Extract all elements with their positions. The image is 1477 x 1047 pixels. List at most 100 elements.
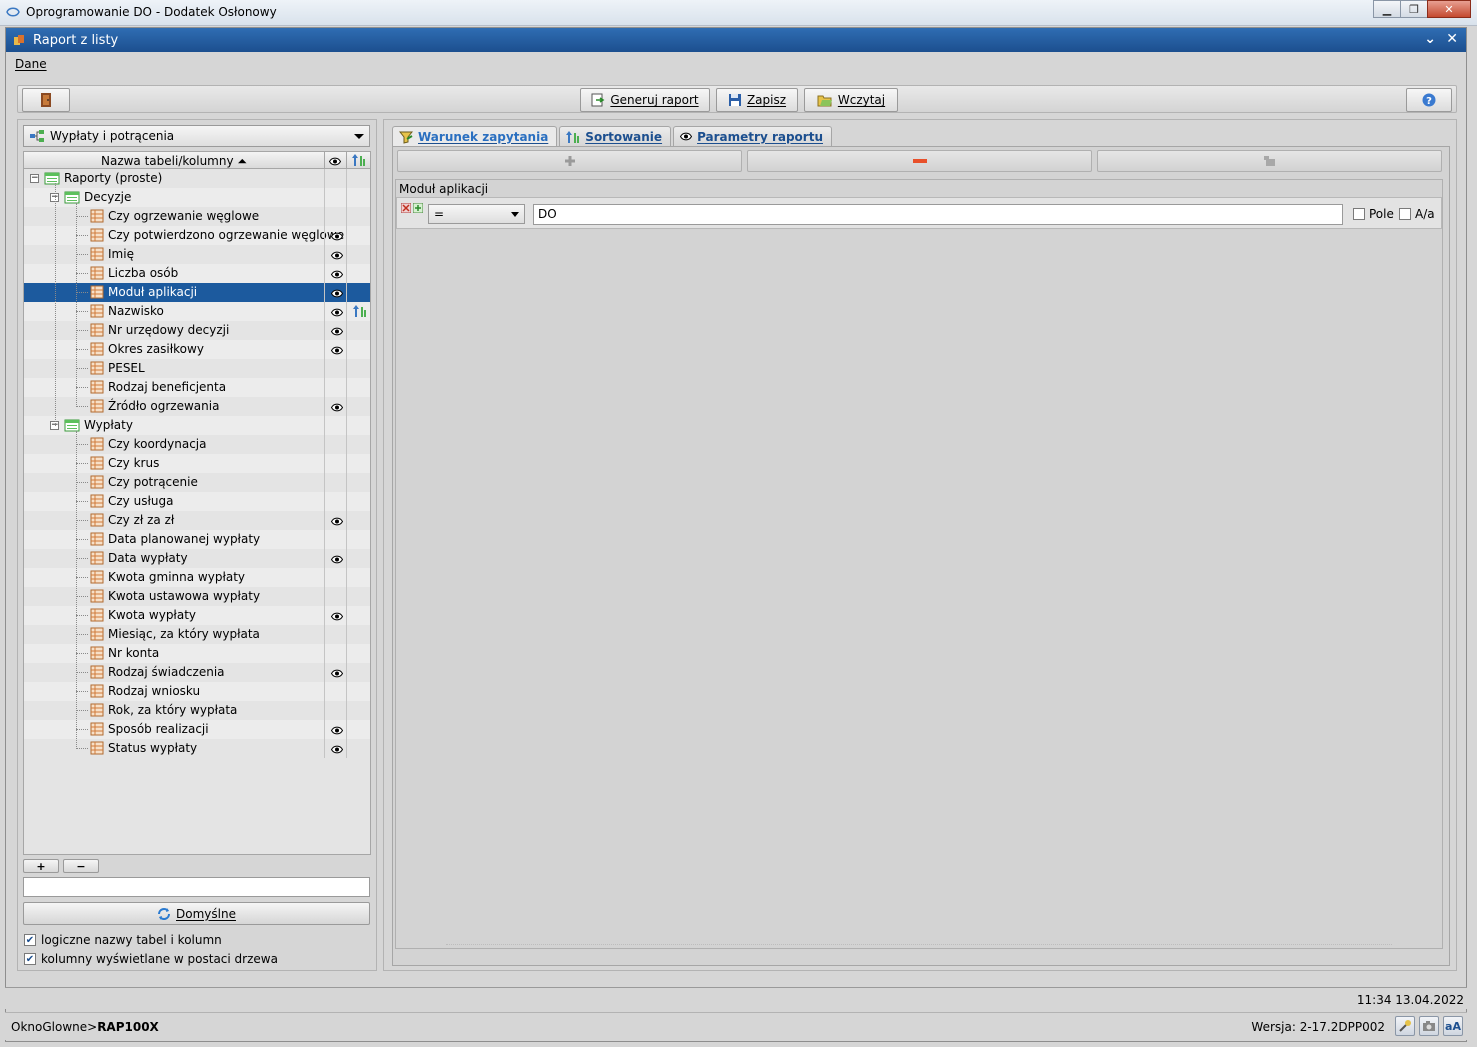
table-field-icon xyxy=(90,494,104,511)
column-header-name[interactable]: Nazwa tabeli/kolumny ⏶ xyxy=(24,154,324,169)
visible-eye-icon[interactable] xyxy=(330,306,344,320)
left-panel: Wypłaty i potrącenia Nazwa tabeli/kolumn… xyxy=(17,119,377,971)
tree-item-label: Czy potwierdzono ogrzewanie węglowe xyxy=(108,228,345,242)
visible-eye-icon[interactable] xyxy=(330,667,344,681)
maximize-button[interactable]: ❐ xyxy=(1400,0,1428,18)
menu-dane[interactable]: Dane xyxy=(15,57,47,71)
table-field-icon xyxy=(90,323,104,340)
tree-item-label: Czy krus xyxy=(108,456,160,470)
window-title-bar: Raport z listy ⌄ ✕ xyxy=(6,28,1466,52)
close-button[interactable]: ✕ xyxy=(1427,0,1471,18)
window-controls: ▁ ❐ ✕ xyxy=(1373,0,1471,18)
tree-item-label: Czy koordynacja xyxy=(108,437,207,451)
status-bar-top: 11:34 13.04.2022 xyxy=(5,987,1467,1009)
logical-names-checkbox-row[interactable]: ✔ logiczne nazwy tabel i kolumn xyxy=(24,933,222,947)
condition-value-input[interactable]: DO xyxy=(533,204,1343,225)
condition-tab-body: Moduł aplikacji = DO Pole A/a xyxy=(392,146,1450,966)
folder-open-icon xyxy=(817,95,832,107)
tree-view-checkbox-row[interactable]: ✔ kolumny wyświetlane w postaci drzewa xyxy=(24,952,278,966)
tree-item-label: Czy potrącenie xyxy=(108,475,198,489)
table-field-icon xyxy=(90,532,104,549)
delete-condition-icon[interactable] xyxy=(400,202,412,216)
table-field-icon xyxy=(90,247,104,264)
tree-item-label: Moduł aplikacji xyxy=(108,285,198,299)
camera-icon[interactable] xyxy=(1419,1016,1439,1036)
add-condition-button[interactable] xyxy=(397,150,742,172)
tree-item-label: Czy zł za zł xyxy=(108,513,175,527)
tree-item-label: Rodzaj świadczenia xyxy=(108,665,225,679)
logical-names-checkbox[interactable]: ✔ xyxy=(24,934,36,946)
generate-report-button[interactable]: Generuj raport xyxy=(580,88,710,112)
operator-select[interactable]: = xyxy=(428,204,525,224)
visible-eye-icon[interactable] xyxy=(330,344,344,358)
visible-eye-icon[interactable] xyxy=(330,287,344,301)
table-field-icon xyxy=(90,475,104,492)
door-icon xyxy=(41,93,51,107)
add-subcondition-icon[interactable] xyxy=(412,202,424,216)
app-icon xyxy=(6,7,20,17)
visible-eye-icon[interactable] xyxy=(330,401,344,415)
table-field-icon xyxy=(90,665,104,682)
report-window: Raport z listy ⌄ ✕ Dane Generuj raport Z… xyxy=(5,27,1467,1042)
visible-eye-icon[interactable] xyxy=(330,230,344,244)
visible-eye-icon[interactable] xyxy=(330,325,344,339)
load-button[interactable]: Wczytaj xyxy=(804,88,898,112)
exit-button[interactable] xyxy=(22,88,70,112)
os-title-bar: Oprogramowanie DO - Dodatek Osłonowy ▁ ❐… xyxy=(0,0,1477,26)
status-datetime: 11:34 13.04.2022 xyxy=(1356,993,1464,1007)
option-pole[interactable]: Pole xyxy=(1353,207,1394,221)
chevron-down-icon xyxy=(354,134,364,139)
table-group-icon xyxy=(44,171,60,188)
pole-checkbox[interactable] xyxy=(1353,208,1365,220)
tree-item-label: Okres zasiłkowy xyxy=(108,342,204,356)
table-group-icon xyxy=(64,190,80,207)
svg-text:?: ? xyxy=(1426,96,1432,107)
tools-icon[interactable] xyxy=(1395,1016,1415,1036)
minimize-button[interactable]: ▁ xyxy=(1373,0,1401,18)
source-combo[interactable]: Wypłaty i potrącenia xyxy=(23,125,370,147)
tree-item-label: Źródło ogrzewania xyxy=(108,399,220,413)
filter-input[interactable] xyxy=(23,877,370,897)
hierarchy-icon xyxy=(30,130,44,142)
remove-node-button[interactable]: − xyxy=(63,859,99,873)
tree-view-checkbox[interactable]: ✔ xyxy=(24,953,36,965)
tree-item-label: Kwota gminna wypłaty xyxy=(108,570,246,584)
version-label: Wersja: 2-17.2DPP002 xyxy=(1251,1020,1385,1034)
horizontal-scroll-grip[interactable] xyxy=(446,944,1392,948)
visible-eye-icon[interactable] xyxy=(330,553,344,567)
visible-eye-icon[interactable] xyxy=(330,610,344,624)
table-field-icon xyxy=(90,741,104,758)
table-field-icon xyxy=(90,399,104,416)
collapse-toggle-icon[interactable]: − xyxy=(30,174,39,183)
default-button[interactable]: Domyślne xyxy=(23,902,370,925)
tree-item-label: Sposób realizacji xyxy=(108,722,209,736)
window-close-icon[interactable]: ✕ xyxy=(1446,31,1458,47)
save-button[interactable]: Zapisz xyxy=(716,88,798,112)
tab-condition[interactable]: Warunek zapytania xyxy=(392,126,558,146)
minus-icon xyxy=(912,159,927,163)
tree-folder[interactable]: − Raporty (proste) xyxy=(24,169,370,188)
case-checkbox[interactable] xyxy=(1399,208,1411,220)
visible-eye-icon[interactable] xyxy=(330,515,344,529)
refresh-icon xyxy=(158,907,171,920)
navigation-path: OknoGlowne>RAP100X xyxy=(11,1020,159,1034)
visible-eye-icon[interactable] xyxy=(330,724,344,738)
tab-sorting[interactable]: Sortowanie xyxy=(559,126,672,146)
tree-item-label: Kwota ustawowa wypłaty xyxy=(108,589,261,603)
option-case-sensitive[interactable]: A/a xyxy=(1399,207,1435,221)
tree-item-label: Data wypłaty xyxy=(108,551,188,565)
remove-condition-button[interactable] xyxy=(747,150,1092,172)
visible-eye-icon[interactable] xyxy=(330,743,344,757)
collapse-icon[interactable]: ⌄ xyxy=(1424,31,1436,47)
group-condition-button[interactable] xyxy=(1097,150,1442,172)
sort-order-icon[interactable] xyxy=(352,304,368,321)
add-node-button[interactable]: + xyxy=(23,859,59,873)
generate-icon xyxy=(591,93,605,107)
visible-eye-icon[interactable] xyxy=(330,268,344,282)
tree-item-label: Czy usługa xyxy=(108,494,174,508)
font-icon[interactable]: aA xyxy=(1443,1016,1463,1036)
help-button[interactable]: ? xyxy=(1406,88,1452,112)
menu-bar: Dane xyxy=(6,52,1466,74)
visible-eye-icon[interactable] xyxy=(330,249,344,263)
tab-parameters[interactable]: Parametry raportu xyxy=(673,126,832,146)
